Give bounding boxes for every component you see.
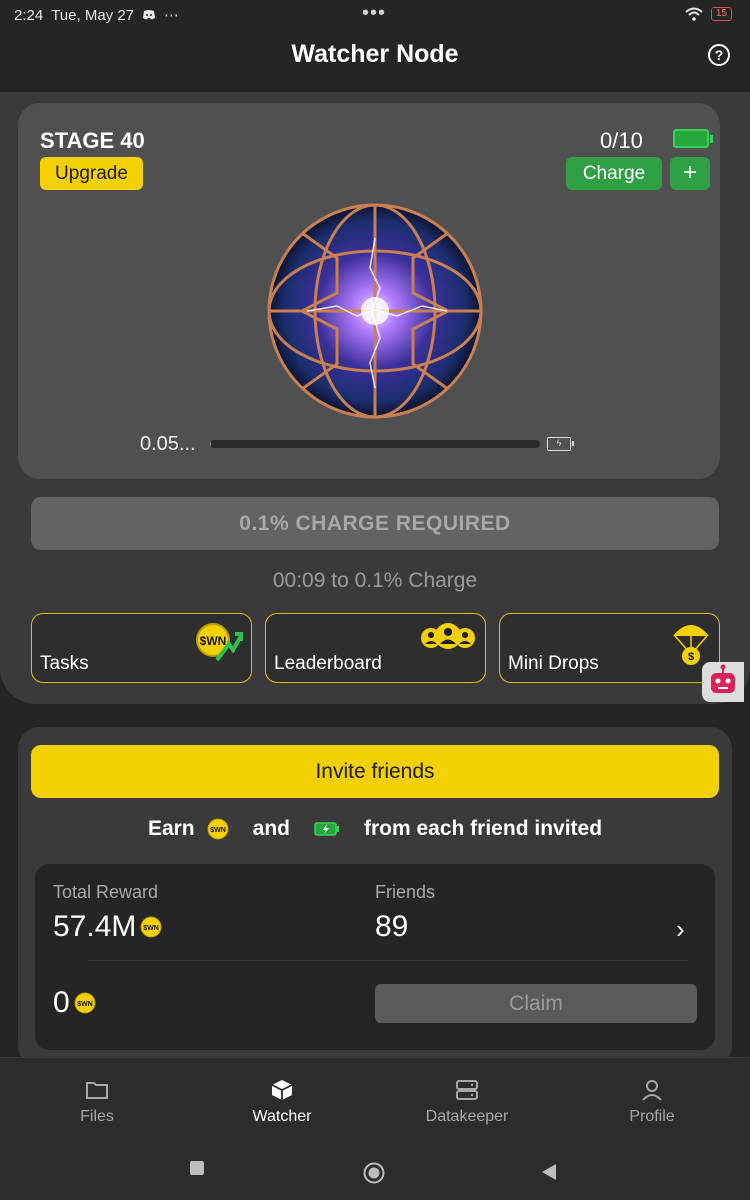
status-date: Tue, May 27 — [51, 6, 135, 24]
mini-battery-icon: ϟ — [547, 437, 574, 451]
swn-coin-arrow-icon: $WN — [196, 623, 243, 662]
users-group-icon — [421, 623, 475, 649]
claim-button[interactable]: Claim — [375, 984, 697, 1023]
page-title: Watcher Node — [291, 40, 459, 68]
charge-button[interactable]: Charge — [566, 157, 662, 190]
upgrade-button[interactable]: Upgrade — [40, 157, 143, 190]
robot-icon — [711, 664, 735, 693]
recent-apps-icon[interactable] — [189, 1160, 205, 1176]
status-bar: 2:24 Tue, May 27 ⋯ ••• 15 — [0, 0, 750, 32]
discord-icon — [143, 10, 156, 20]
tasks-label: Tasks — [40, 653, 89, 674]
mini-drops-button[interactable]: $ Mini Drops — [499, 613, 720, 683]
assistant-robot-button[interactable] — [702, 662, 744, 702]
battery-level-badge: 15 — [710, 7, 732, 21]
cube-icon — [271, 1080, 293, 1100]
swn-coin-icon: $WN — [74, 992, 96, 1014]
tasks-coin-text: $WN — [200, 634, 227, 648]
server-icon — [456, 1080, 478, 1100]
reward-coin-text: $WN — [144, 925, 160, 932]
charge-timer: 00:09 to 0.1% Charge — [272, 569, 478, 592]
total-reward-label: Total Reward — [53, 882, 159, 902]
nav-label-watcher: Watcher — [252, 1108, 312, 1125]
earn-prefix: Earn — [147, 817, 195, 840]
nav-item-profile[interactable]: Profile — [577, 1078, 727, 1126]
earn-suffix: from each friend invited — [363, 817, 603, 840]
status-left: 2:24 Tue, May 27 ⋯ — [14, 6, 180, 25]
earn-description: Earn $WN and from each friend invited — [0, 817, 750, 841]
nav-item-watcher[interactable]: Watcher — [207, 1078, 357, 1126]
stage-title: STAGE 40 — [40, 128, 145, 153]
invite-friends-button[interactable]: Invite friends — [31, 745, 719, 798]
total-reward-value: 57.4M $WN — [53, 910, 162, 944]
nav-label-datakeeper: Datakeeper — [425, 1108, 509, 1125]
node-orb-image[interactable] — [262, 198, 488, 424]
earn-coin-text: $WN — [210, 827, 226, 834]
chevron-right-icon[interactable]: › — [676, 914, 685, 945]
total-reward-amount: 57.4M — [53, 910, 137, 943]
mini-drops-label: Mini Drops — [508, 653, 599, 674]
charge-required-button[interactable]: 0.1% CHARGE REQUIRED — [31, 497, 719, 550]
help-button[interactable]: ? — [708, 44, 730, 66]
reward-divider — [88, 960, 688, 961]
person-icon — [642, 1080, 662, 1101]
charge-count: 0/10 — [600, 128, 643, 153]
progress-label: 0.05... — [140, 433, 196, 455]
claimable-amount: 0 — [53, 986, 70, 1019]
add-charge-button[interactable]: + — [670, 157, 710, 190]
battery-charge-small-icon — [314, 822, 339, 836]
home-icon[interactable] — [363, 1162, 385, 1184]
leaderboard-label: Leaderboard — [274, 653, 382, 674]
swn-coin-icon: $WN — [207, 818, 229, 840]
status-time: 2:24 — [14, 6, 44, 24]
back-icon[interactable] — [541, 1163, 557, 1181]
claim-coin-text: $WN — [77, 1001, 93, 1008]
status-center-dots: ••• — [362, 2, 387, 24]
swn-coin-icon: $WN — [140, 916, 162, 938]
wifi-icon — [685, 7, 703, 21]
folder-icon — [86, 1082, 108, 1099]
earn-and: and — [252, 817, 290, 840]
nav-item-datakeeper[interactable]: Datakeeper — [392, 1078, 542, 1126]
status-overflow: ⋯ — [164, 7, 180, 24]
friends-label: Friends — [375, 882, 436, 902]
claimable-value: 0 $WN — [53, 986, 96, 1020]
parachute-coin-icon: $ — [673, 625, 709, 665]
tasks-button[interactable]: $WN Tasks — [31, 613, 252, 683]
leaderboard-button[interactable]: Leaderboard — [265, 613, 486, 683]
status-right: 15 — [685, 7, 732, 21]
friends-count: 89 — [375, 910, 409, 943]
nav-label-files: Files — [80, 1108, 114, 1125]
svg-text:$: $ — [688, 651, 694, 663]
progress-bar — [210, 440, 540, 448]
battery-charge-icon — [673, 129, 713, 148]
nav-label-profile: Profile — [629, 1108, 675, 1125]
nav-item-files[interactable]: Files — [22, 1078, 172, 1126]
